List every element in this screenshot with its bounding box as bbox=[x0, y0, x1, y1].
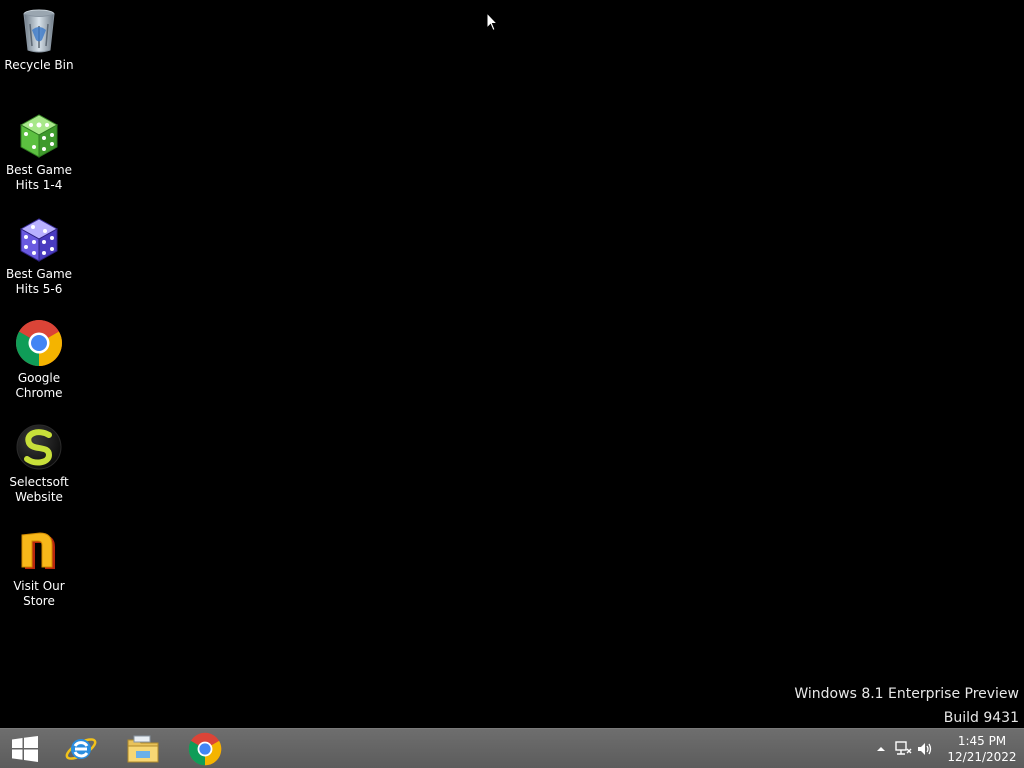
start-button[interactable] bbox=[0, 729, 50, 768]
desktop-icon-label: Selectsoft Website bbox=[9, 475, 69, 504]
windows-watermark: Windows 8.1 Enterprise Preview Build 943… bbox=[794, 682, 1019, 730]
start-icon bbox=[12, 735, 38, 762]
system-tray: 1:45 PM 12/21/2022 bbox=[870, 729, 1024, 768]
clock-date: 12/21/2022 bbox=[947, 749, 1017, 764]
desktop-icon-visit-our-store[interactable]: Visit Our Store bbox=[2, 527, 76, 609]
chrome-icon bbox=[16, 320, 62, 366]
purple-dice-icon bbox=[19, 218, 59, 262]
desktop-icon-google-chrome[interactable]: Google Chrome bbox=[2, 319, 76, 401]
chrome-icon bbox=[188, 732, 222, 765]
internet-explorer-icon bbox=[65, 737, 97, 760]
volume-button[interactable] bbox=[914, 738, 936, 760]
store-icon bbox=[21, 532, 55, 569]
show-hidden-icons-button[interactable] bbox=[870, 738, 892, 760]
recycle-bin-icon bbox=[23, 9, 55, 53]
mouse-cursor-icon bbox=[486, 12, 498, 32]
desktop-icon-recycle-bin[interactable]: Recycle Bin bbox=[2, 6, 76, 73]
green-dice-icon bbox=[19, 114, 59, 158]
taskbar-clock[interactable]: 1:45 PM 12/21/2022 bbox=[942, 733, 1022, 765]
desktop-icon-best-game-hits-5-6[interactable]: Best Game Hits 5-6 bbox=[2, 215, 76, 297]
show-hidden-icon bbox=[877, 746, 885, 751]
desktop-icon-label: Recycle Bin bbox=[4, 58, 74, 72]
network-button[interactable] bbox=[892, 738, 914, 760]
desktop: Recycle Bin Best Game Hits 1-4 Best Game… bbox=[0, 0, 1024, 728]
desktop-icon-label: Best Game Hits 1-4 bbox=[5, 163, 73, 192]
file-explorer-icon bbox=[127, 735, 159, 762]
desktop-icon-selectsoft-website[interactable]: Selectsoft Website bbox=[2, 423, 76, 505]
taskbar: 1:45 PM 12/21/2022 bbox=[0, 728, 1024, 768]
desktop-icon-label: Best Game Hits 5-6 bbox=[5, 267, 73, 296]
network-icon bbox=[895, 740, 912, 755]
volume-icon bbox=[918, 742, 932, 755]
desktop-icon-label: Visit Our Store bbox=[13, 579, 65, 608]
selectsoft-icon bbox=[16, 424, 62, 470]
clock-time: 1:45 PM bbox=[957, 733, 1007, 748]
taskbar-internet-explorer[interactable] bbox=[51, 729, 111, 768]
watermark-build: Build 9431 bbox=[943, 710, 1019, 726]
desktop-icon-best-game-hits-1-4[interactable]: Best Game Hits 1-4 bbox=[2, 111, 76, 193]
taskbar-google-chrome[interactable] bbox=[175, 729, 235, 768]
taskbar-file-explorer[interactable] bbox=[113, 729, 173, 768]
desktop-icon-label: Google Chrome bbox=[15, 371, 63, 400]
watermark-edition: Windows 8.1 Enterprise Preview bbox=[794, 686, 1019, 702]
